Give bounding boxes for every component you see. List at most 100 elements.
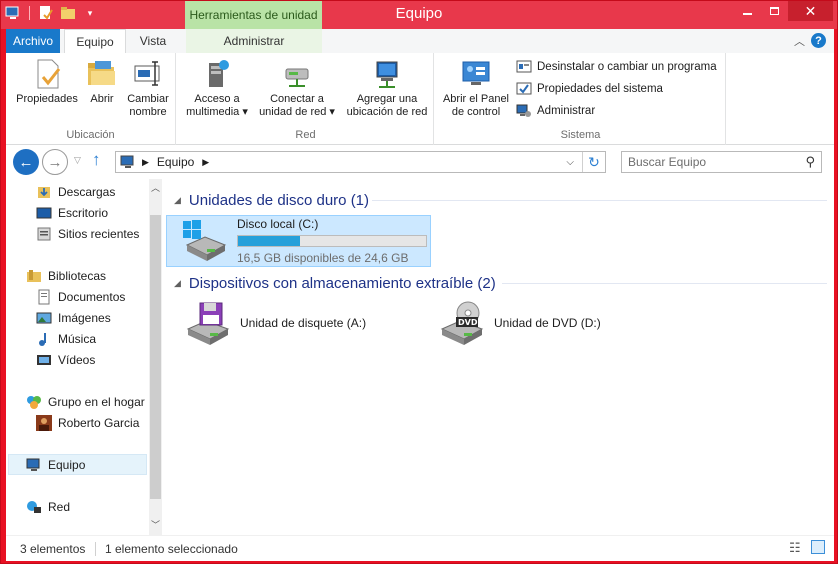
desinstalar-programa-button[interactable]: Desinstalar o cambiar un programa bbox=[516, 59, 717, 75]
content-area: ◢ Unidades de disco duro (1) Disco local… bbox=[162, 179, 834, 535]
agregar-ubicacion-red-button[interactable]: Agregar una ubicación de red bbox=[342, 57, 432, 119]
scroll-up-icon[interactable]: ︿ bbox=[151, 181, 160, 194]
collapse-ribbon-icon[interactable]: ︿ bbox=[794, 33, 805, 49]
nav-scrollbar[interactable]: ︿ ﹀ bbox=[149, 179, 162, 535]
administrar-button[interactable]: Administrar bbox=[516, 103, 595, 119]
acceso-multimedia-button[interactable]: Acceso a multimedia ▾ bbox=[182, 57, 252, 119]
section-title: Dispositivos con almacenamiento extraíbl… bbox=[188, 274, 496, 292]
drive-c[interactable]: Disco local (C:) 16,5 GB disponibles de … bbox=[166, 215, 431, 267]
desinstalar-label: Desinstalar o cambiar un programa bbox=[537, 61, 717, 73]
conectar-unidad-red-button[interactable]: Conectar a unidad de red ▾ bbox=[254, 57, 340, 119]
nav-label: Descargas bbox=[58, 185, 116, 199]
minimize-button[interactable] bbox=[734, 1, 761, 21]
collapse-triangle-icon[interactable]: ◢ bbox=[174, 195, 181, 206]
tab-archivo[interactable]: Archivo bbox=[6, 29, 60, 53]
add-network-location-icon bbox=[376, 61, 398, 88]
section-divider bbox=[372, 200, 827, 201]
refresh-icon[interactable]: ↻ bbox=[583, 154, 605, 171]
group-sistema: Abrir el Panel de control Desinstalar o … bbox=[436, 53, 726, 145]
nav-item-sitios-recientes[interactable]: Sitios recientes bbox=[36, 224, 139, 244]
control-panel-icon bbox=[462, 61, 490, 85]
nav-item-videos[interactable]: Vídeos bbox=[36, 350, 95, 370]
help-icon[interactable]: ? bbox=[811, 33, 826, 48]
minimize-icon bbox=[743, 13, 752, 15]
maximize-button[interactable] bbox=[761, 1, 788, 21]
tab-administrar[interactable]: Administrar bbox=[186, 29, 322, 53]
window-title: Equipo bbox=[395, 5, 443, 22]
tab-equipo[interactable]: Equipo bbox=[64, 29, 126, 53]
up-arrow-icon[interactable]: ↑ bbox=[92, 150, 101, 170]
nav-label: Imágenes bbox=[58, 311, 111, 325]
selection-count: 1 elemento seleccionado bbox=[105, 542, 238, 556]
nav-item-descargas[interactable]: Descargas bbox=[36, 182, 115, 202]
cambiar-label: Cambiar bbox=[127, 93, 169, 105]
nav-item-documentos[interactable]: Documentos bbox=[36, 287, 125, 307]
scroll-down-icon[interactable]: ﹀ bbox=[151, 518, 160, 531]
nav-item-imagenes[interactable]: Imágenes bbox=[36, 308, 111, 328]
nav-item-escritorio[interactable]: Escritorio bbox=[36, 203, 108, 223]
group-label-sistema: Sistema bbox=[560, 129, 601, 141]
close-button[interactable]: ✕ bbox=[788, 1, 833, 21]
search-input[interactable]: Buscar Equipo ⚲ bbox=[621, 151, 822, 173]
windows-drive-icon bbox=[183, 220, 227, 261]
nav-item-grupo-hogar[interactable]: Grupo en el hogar bbox=[26, 392, 145, 412]
nav-label: Documentos bbox=[58, 290, 126, 304]
network-icon bbox=[27, 501, 41, 513]
music-icon bbox=[39, 333, 46, 346]
floppy-drive-icon bbox=[186, 302, 230, 345]
drive-c-usage-fill bbox=[238, 236, 301, 246]
address-bar[interactable]: ▶ Equipo ▶ ⌵ ↻ bbox=[115, 151, 606, 173]
nav-item-musica[interactable]: Música bbox=[36, 329, 96, 349]
desktop-icon bbox=[36, 207, 52, 219]
recent-locations-dropdown-icon[interactable]: ▽ bbox=[74, 155, 81, 166]
details-view-icon[interactable]: ☷ bbox=[789, 540, 801, 556]
homegroup-icon bbox=[27, 396, 41, 409]
breadcrumb-chevron-icon[interactable]: ▶ bbox=[202, 157, 209, 168]
recent-places-icon bbox=[37, 227, 51, 241]
nav-label: Música bbox=[58, 332, 97, 346]
nav-item-equipo[interactable]: Equipo bbox=[26, 455, 85, 475]
large-icons-view-icon[interactable] bbox=[811, 540, 825, 554]
breadcrumb-equipo[interactable]: Equipo bbox=[157, 155, 194, 169]
address-dropdown-icon[interactable]: ⌵ bbox=[566, 157, 574, 168]
back-button[interactable]: ← bbox=[13, 149, 39, 175]
manage-computer-icon bbox=[516, 104, 531, 117]
nav-label: Red bbox=[48, 500, 71, 514]
search-placeholder: Buscar Equipo bbox=[628, 155, 707, 169]
nav-scroll-thumb[interactable] bbox=[150, 215, 161, 499]
agregar-label-2: ubicación de red bbox=[346, 106, 428, 118]
section-divider bbox=[502, 283, 827, 284]
properties-icon bbox=[37, 59, 61, 89]
window-controls: ✕ bbox=[734, 1, 833, 21]
uninstall-program-icon bbox=[516, 60, 532, 73]
propiedades-button[interactable]: Propiedades bbox=[12, 57, 82, 106]
section-header-removable[interactable]: ◢ Dispositivos con almacenamiento extraí… bbox=[174, 273, 496, 293]
downloads-folder-icon bbox=[38, 187, 50, 198]
acceso-label-2: multimedia ▾ bbox=[186, 106, 248, 118]
ribbon: Propiedades Abrir Cambiar nombre Ubicaci… bbox=[6, 53, 834, 145]
nav-item-red[interactable]: Red bbox=[26, 497, 70, 517]
address-row: ← → ▽ ↑ ▶ Equipo ▶ ⌵ ↻ Buscar Equipo ⚲ bbox=[6, 145, 834, 179]
forward-button[interactable]: → bbox=[42, 149, 68, 175]
network-drive-icon bbox=[285, 68, 309, 87]
arrow-right-icon: → bbox=[47, 153, 63, 171]
drive-d[interactable]: DVD Unidad de DVD (D:) bbox=[438, 301, 601, 345]
abrir-panel-control-button[interactable]: Abrir el Panel de control bbox=[440, 57, 512, 119]
propiedades-sistema-button[interactable]: Propiedades del sistema bbox=[516, 81, 663, 97]
libraries-icon bbox=[27, 270, 41, 282]
status-bar: 3 elementos 1 elemento seleccionado ☷ bbox=[6, 535, 834, 561]
tab-vista[interactable]: Vista bbox=[128, 29, 178, 53]
section-header-hard-disks[interactable]: ◢ Unidades de disco duro (1) bbox=[174, 190, 369, 210]
group-red: Acceso a multimedia ▾ Conectar a unidad … bbox=[178, 53, 434, 145]
collapse-triangle-icon[interactable]: ◢ bbox=[174, 278, 181, 289]
nav-item-bibliotecas[interactable]: Bibliotecas bbox=[26, 266, 106, 286]
videos-icon bbox=[37, 355, 51, 365]
pictures-icon bbox=[36, 312, 52, 324]
search-icon[interactable]: ⚲ bbox=[805, 154, 815, 170]
nav-label: Sitios recientes bbox=[58, 227, 140, 241]
abrir-button[interactable]: Abrir bbox=[84, 57, 120, 106]
cambiar-nombre-button[interactable]: Cambiar nombre bbox=[122, 57, 174, 119]
nav-label: Grupo en el hogar bbox=[48, 395, 145, 409]
drive-a[interactable]: Unidad de disquete (A:) bbox=[184, 301, 366, 345]
nav-item-roberto-garcia[interactable]: Roberto Garcia bbox=[36, 413, 139, 433]
